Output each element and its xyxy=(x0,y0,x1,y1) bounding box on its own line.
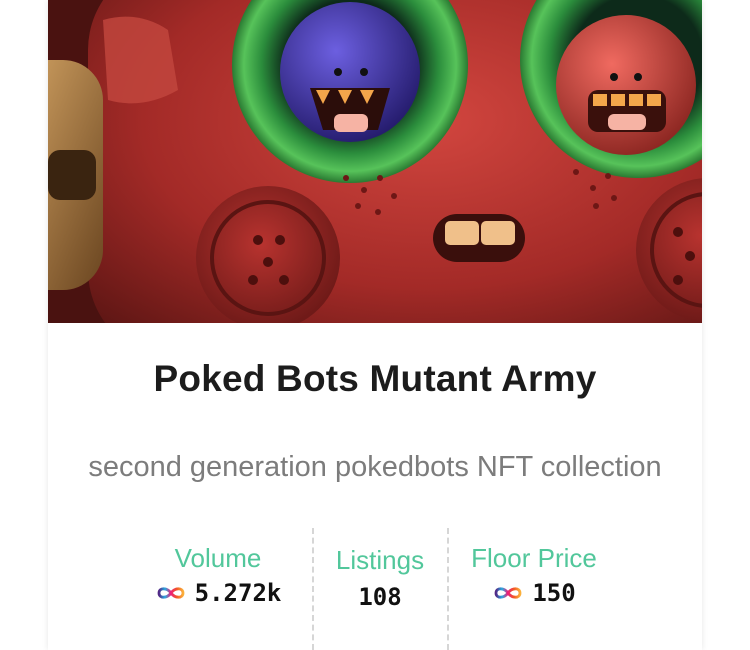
stat-listings: Listings 108 xyxy=(318,528,442,612)
collection-stats: Volume 5.272k Listings 108 Floor Price 1… xyxy=(48,528,702,650)
collection-title: Poked Bots Mutant Army xyxy=(153,358,597,399)
icp-infinity-icon xyxy=(494,587,522,599)
stat-divider xyxy=(447,528,449,650)
stat-divider xyxy=(312,528,314,650)
stat-volume: Volume 5.272k xyxy=(128,528,308,608)
volume-value-row: 5.272k xyxy=(128,578,308,608)
collection-card[interactable]: Poked Bots Mutant Army second generation… xyxy=(48,0,702,650)
floor-price-value: 150 xyxy=(532,579,576,607)
collection-banner-image xyxy=(48,0,702,323)
collection-description: second generation pokedbots NFT collecti… xyxy=(88,451,662,483)
stat-floor-price: Floor Price 150 xyxy=(454,528,614,608)
icp-infinity-icon xyxy=(157,587,185,599)
volume-value: 5.272k xyxy=(194,579,282,607)
